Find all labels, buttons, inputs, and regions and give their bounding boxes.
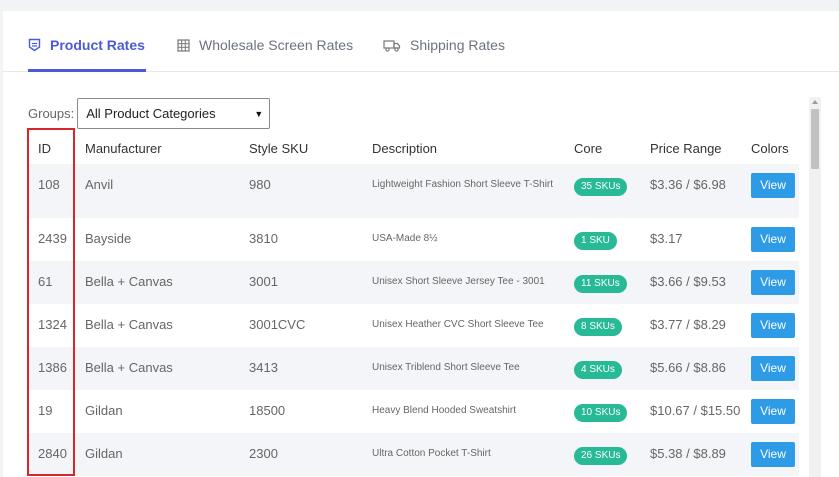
tab-label: Product Rates: [50, 37, 145, 53]
column-header-description[interactable]: Description: [362, 132, 564, 164]
column-header-price-range[interactable]: Price Range: [640, 132, 741, 164]
cell-price-range: $3.36 / $6.98: [640, 164, 741, 218]
column-header-colors[interactable]: Colors: [741, 132, 799, 164]
tab-bar: Product Rates Wholesale Screen Rates Shi…: [3, 11, 839, 72]
view-colors-button[interactable]: View: [751, 442, 795, 467]
cell-colors: View: [741, 433, 799, 476]
table-row: 61 Bella + Canvas 3001 Unisex Short Slee…: [28, 261, 799, 304]
table-row: 19 Gildan 18500 Heavy Blend Hooded Sweat…: [28, 390, 799, 433]
cell-colors: View: [741, 261, 799, 304]
cell-description: Heavy Blend Hooded Sweatshirt: [372, 405, 516, 416]
column-header-core[interactable]: Core: [564, 132, 640, 164]
cell-id: 2840: [28, 433, 75, 476]
sku-count-badge: 4 SKUs: [574, 361, 622, 379]
cell-manufacturer: Gildan: [75, 433, 239, 476]
column-header-style-sku[interactable]: Style SKU: [239, 132, 362, 164]
cell-colors: View: [741, 304, 799, 347]
cell-style-sku: 18500: [249, 403, 286, 418]
cell-style-sku: 3810: [249, 231, 278, 246]
cell-core: 8 SKUs: [564, 304, 640, 347]
product-rates-card: Product Rates Wholesale Screen Rates Shi…: [3, 11, 839, 477]
scroll-up-arrow-icon[interactable]: [812, 100, 818, 104]
view-colors-button[interactable]: View: [751, 173, 795, 198]
active-tab-indicator: [28, 69, 146, 72]
cell-price-range: $3.77 / $8.29: [650, 317, 726, 332]
view-colors-button[interactable]: View: [751, 270, 795, 295]
cell-core: 1 SKU: [564, 218, 640, 261]
sku-count-badge: 8 SKUs: [574, 318, 622, 336]
cell-style-sku: 3001: [239, 261, 362, 304]
table-row: 2439 Bayside 3810 USA-Made 8½ 1 SKU $3.1…: [28, 218, 799, 261]
cell-id: 2439: [38, 231, 67, 246]
cell-colors: View: [741, 218, 799, 261]
sku-count-badge: 35 SKUs: [574, 178, 628, 196]
sku-count-badge: 26 SKUs: [574, 447, 628, 465]
cell-core: 35 SKUs: [564, 164, 640, 218]
cell-description: Lightweight Fashion Short Sleeve T-Shirt: [362, 164, 564, 218]
sku-count-badge: 10 SKUs: [574, 404, 628, 422]
cell-description: Unisex Short Sleeve Jersey Tee - 3001: [362, 261, 564, 304]
scrollbar-thumb[interactable]: [811, 109, 819, 169]
groups-label: Groups:: [28, 106, 75, 121]
caret-down-icon: ▼: [254, 109, 264, 119]
cell-description: USA-Made 8½: [372, 233, 438, 244]
cell-price-range: $3.66 / $9.53: [640, 261, 741, 304]
badge-icon: [28, 38, 41, 52]
cell-colors: View: [741, 390, 799, 433]
cell-manufacturer: Bella + Canvas: [75, 261, 239, 304]
cell-core: 11 SKUs: [564, 261, 640, 304]
groups-filter: Groups: All Product Categories ▼: [28, 98, 271, 129]
cell-colors: View: [741, 164, 799, 218]
product-rates-table: ID Manufacturer Style SKU Description Co…: [28, 132, 799, 476]
cell-id: 1324: [38, 317, 67, 332]
cell-description: Unisex Heather CVC Short Sleeve Tee: [372, 319, 544, 330]
table-row: 1386 Bella + Canvas 3413 Unisex Triblend…: [28, 347, 799, 390]
tab-label: Shipping Rates: [410, 37, 505, 53]
truck-icon: [383, 39, 401, 52]
cell-id: 1386: [28, 347, 75, 390]
view-colors-button[interactable]: View: [751, 399, 795, 424]
tab-shipping-rates[interactable]: Shipping Rates: [383, 35, 505, 55]
tab-label: Wholesale Screen Rates: [199, 37, 354, 53]
grid-icon: [177, 38, 190, 52]
cell-manufacturer: Bayside: [85, 231, 132, 246]
cell-style-sku: 980: [239, 164, 362, 218]
tab-product-rates[interactable]: Product Rates: [28, 35, 145, 55]
tab-wholesale-screen-rates[interactable]: Wholesale Screen Rates: [177, 35, 353, 55]
cell-style-sku: 3413: [239, 347, 362, 390]
cell-manufacturer: Anvil: [75, 164, 239, 218]
cell-id: 108: [28, 164, 75, 218]
cell-price-range: $5.66 / $8.86: [640, 347, 741, 390]
table-row: 1324 Bella + Canvas 3001CVC Unisex Heath…: [28, 304, 799, 347]
cell-manufacturer: Bella + Canvas: [85, 317, 173, 332]
cell-id: 19: [38, 403, 53, 418]
cell-price-range: $10.67 / $15.50: [650, 403, 741, 418]
cell-price-range: $3.17: [650, 231, 683, 246]
cell-id: 61: [28, 261, 75, 304]
table-row: 2840 Gildan 2300 Ultra Cotton Pocket T-S…: [28, 433, 799, 476]
cell-manufacturer: Bella + Canvas: [75, 347, 239, 390]
cell-description: Ultra Cotton Pocket T-Shirt: [362, 433, 564, 476]
sku-count-badge: 11 SKUs: [574, 275, 627, 293]
cell-style-sku: 3001CVC: [249, 317, 306, 332]
sku-count-badge: 1 SKU: [574, 232, 617, 250]
cell-colors: View: [741, 347, 799, 390]
cell-manufacturer: Gildan: [85, 403, 123, 418]
view-colors-button[interactable]: View: [751, 313, 795, 338]
column-header-manufacturer[interactable]: Manufacturer: [75, 132, 239, 164]
category-select[interactable]: All Product Categories ▼: [77, 98, 271, 129]
view-colors-button[interactable]: View: [751, 356, 795, 381]
category-select-value: All Product Categories: [86, 106, 216, 121]
table-header-row: ID Manufacturer Style SKU Description Co…: [28, 132, 799, 164]
cell-core: 10 SKUs: [564, 390, 640, 433]
cell-price-range: $5.38 / $8.89: [640, 433, 741, 476]
view-colors-button[interactable]: View: [751, 227, 795, 252]
vertical-scrollbar[interactable]: [809, 97, 821, 477]
column-header-id[interactable]: ID: [28, 132, 75, 164]
cell-description: Unisex Triblend Short Sleeve Tee: [362, 347, 564, 390]
cell-style-sku: 2300: [239, 433, 362, 476]
cell-core: 4 SKUs: [564, 347, 640, 390]
table-row: 108 Anvil 980 Lightweight Fashion Short …: [28, 164, 799, 218]
cell-core: 26 SKUs: [564, 433, 640, 476]
